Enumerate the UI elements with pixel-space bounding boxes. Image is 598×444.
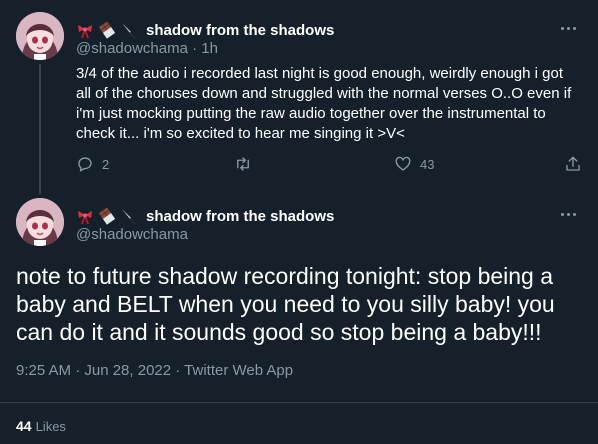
knife-icon: [120, 21, 138, 39]
avatar-image: [16, 12, 64, 60]
share-icon: [566, 156, 580, 171]
display-name[interactable]: shadow from the shadows: [146, 208, 334, 225]
tweet-time[interactable]: · 1h: [192, 40, 218, 57]
tweet-actions: 2 43: [76, 154, 586, 174]
reply-button[interactable]: 2: [76, 154, 109, 174]
like-count: 43: [420, 156, 435, 172]
name-row[interactable]: shadow from the shadows: [76, 207, 334, 225]
user-handle[interactable]: @shadowchama: [76, 40, 188, 57]
retweet-icon: [237, 157, 249, 171]
likes-count: 44: [16, 418, 32, 434]
thread-connector: [39, 64, 41, 194]
more-options-icon[interactable]: [558, 18, 578, 38]
knife-icon: [120, 207, 138, 225]
avatar[interactable]: [16, 12, 64, 60]
tweet-parent[interactable]: shadow from the shadows @shadowchama · 1…: [0, 0, 598, 194]
retweet-button[interactable]: [234, 154, 260, 174]
more-options-icon[interactable]: [558, 204, 578, 224]
user-handle[interactable]: @shadowchama: [76, 226, 188, 243]
heart-icon: [395, 156, 411, 171]
ribbon-icon: [76, 207, 94, 225]
avatar[interactable]: [16, 198, 64, 246]
tweet-text: 3/4 of the audio i recorded last night i…: [76, 65, 572, 142]
chocolate-icon: [98, 207, 116, 225]
share-button[interactable]: [564, 154, 582, 174]
tweet-focused: shadow from the shadows @shadowchama not…: [0, 186, 598, 444]
display-name[interactable]: shadow from the shadows: [146, 22, 334, 39]
name-row[interactable]: shadow from the shadows: [76, 21, 334, 39]
like-button[interactable]: 43: [394, 154, 434, 174]
chocolate-icon: [98, 21, 116, 39]
avatar-image: [16, 198, 64, 246]
ribbon-icon: [76, 21, 94, 39]
tweet-meta[interactable]: 9:25 AM · Jun 28, 2022 · Twitter Web App: [16, 362, 293, 379]
likes-label: Likes: [35, 419, 66, 434]
reply-icon: [78, 157, 92, 172]
tweet-text: note to future shadow recording tonight:…: [16, 263, 555, 345]
reply-count: 2: [102, 156, 110, 172]
handle-and-time: @shadowchama · 1h: [76, 40, 218, 57]
divider: [0, 402, 598, 403]
likes-stat[interactable]: 44 Likes: [16, 418, 66, 434]
